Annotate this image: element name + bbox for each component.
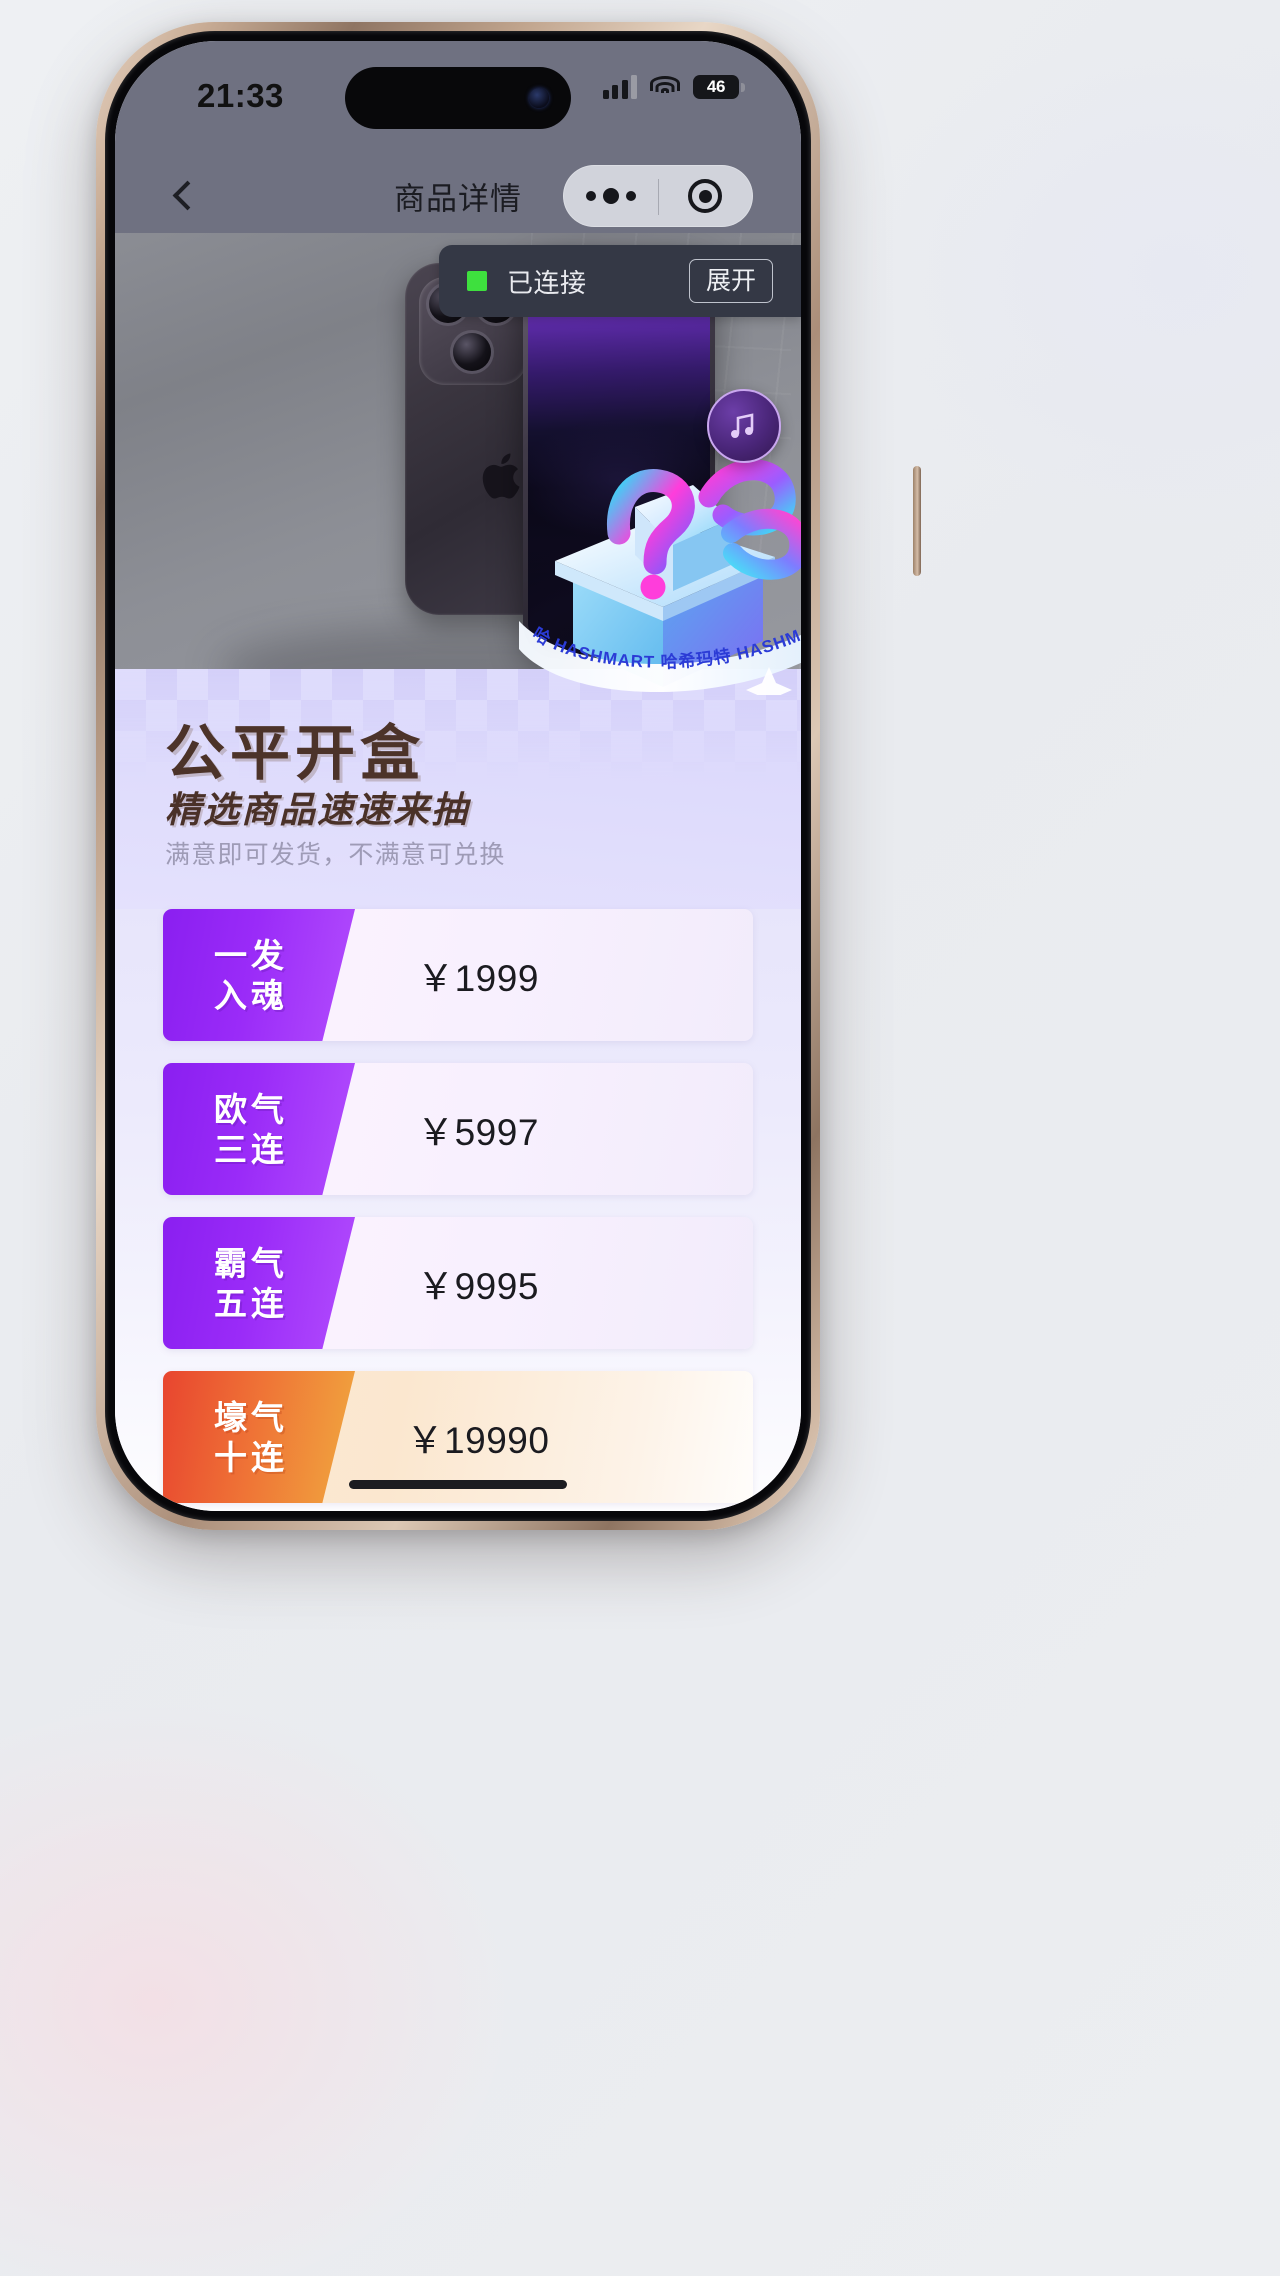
package-option-row[interactable]: 一发 入魂 ￥1999 [163,909,753,1041]
more-options-icon[interactable] [564,188,658,204]
status-bar: 21:33 46 [115,41,801,159]
battery-icon: 46 [693,75,745,99]
music-note-badge-icon[interactable] [707,389,781,463]
home-indicator[interactable] [349,1480,567,1489]
connection-status-dot [467,271,487,291]
promo-title: 公平开盒 [165,719,425,789]
package-price: ￥9995 [417,1266,539,1307]
power-button[interactable] [913,466,921,576]
package-option-list: 一发 入魂 ￥1999 欧气 三连 ￥5997 霸气 五连 ￥9995 壕气 十… [115,909,801,1511]
expand-button[interactable]: 展开 [688,258,773,304]
phone-screen: 哈 HASHMART 哈希玛特 HASHMART 哈希 21:33 [115,41,801,1511]
miniprogram-capsule [563,165,753,227]
phone-bezel: 哈 HASHMART 哈希玛特 HASHMART 哈希 21:33 [105,31,811,1521]
camera-lens-icon [453,333,491,371]
page-title: 商品详情 [394,181,522,217]
dynamic-island [345,67,571,129]
battery-level-label: 46 [706,77,726,96]
connection-status-banner: 已连接 展开 [439,245,801,317]
package-price: ￥5997 [417,1112,539,1153]
close-target-icon[interactable] [658,179,752,213]
promo-subtitle: 精选商品速速来抽 [165,790,470,831]
package-option-row[interactable]: 欧气 三连 ￥5997 [163,1063,753,1195]
promo-description: 满意即可发货，不满意可兑换 [165,841,506,869]
capsule-divider [658,179,659,215]
navigation-bar: 商品详情 [115,159,801,233]
wifi-icon [650,75,680,99]
promo-banner: 公平开盒 精选商品速速来抽 满意即可发货，不满意可兑换 [115,669,801,909]
connection-status-label: 已连接 [507,267,587,298]
front-camera-icon [529,88,549,108]
status-time: 21:33 [197,77,284,114]
status-indicators: 46 [602,75,745,99]
cellular-signal-icon [602,75,637,99]
package-option-row[interactable]: 霸气 五连 ￥9995 [163,1217,753,1349]
back-chevron-icon[interactable] [165,178,201,214]
phone-device-frame: 哈 HASHMART 哈希玛特 HASHMART 哈希 21:33 [96,22,921,1530]
package-price: ￥1999 [417,958,539,999]
